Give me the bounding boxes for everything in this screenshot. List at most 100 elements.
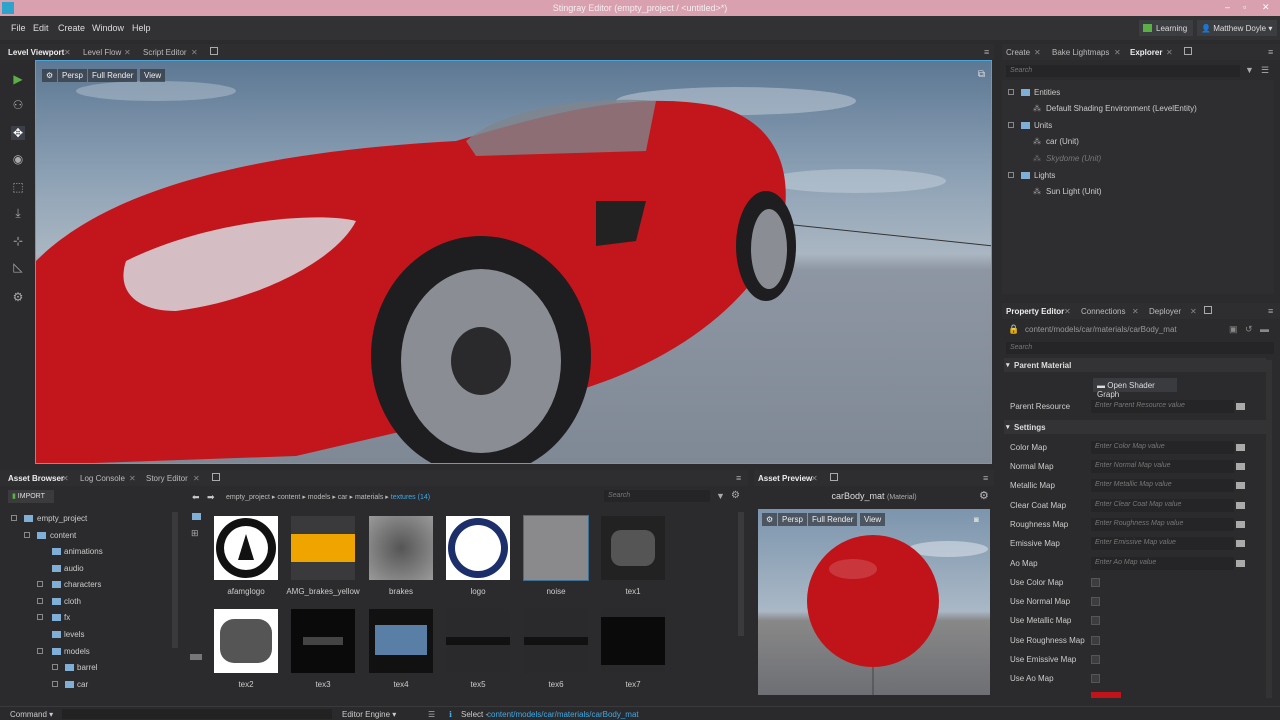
expand-icon[interactable] (37, 581, 43, 587)
tree-item-audio[interactable]: audio (64, 564, 84, 573)
property-scrollbar[interactable] (1266, 360, 1272, 698)
metallic-map-input[interactable]: Enter Metallic Map value (1091, 479, 1234, 492)
panel-menu-icon[interactable]: ≡ (1268, 306, 1273, 316)
breadcrumb-current[interactable]: textures (14) (391, 494, 430, 501)
snap-tool-icon[interactable]: ⊹ (11, 234, 25, 248)
collapse-icon[interactable] (1008, 89, 1014, 95)
tree-item-models[interactable]: models (64, 647, 90, 656)
revert-icon[interactable]: ↺ (1245, 324, 1253, 335)
browse-folder-icon[interactable] (1236, 502, 1245, 509)
place-tool-icon[interactable]: ⤓ (11, 206, 25, 220)
section-settings[interactable]: ▾ Settings (1004, 420, 1266, 434)
menu-window[interactable]: Window (92, 23, 124, 33)
tab-bake-lightmaps[interactable]: Bake Lightmaps (1052, 48, 1109, 57)
tree-item-fx[interactable]: fx (64, 613, 70, 622)
expand-icon[interactable] (52, 664, 58, 670)
collapse-icon[interactable] (52, 681, 58, 687)
maximize-viewport-icon[interactable]: ⧉ (978, 69, 985, 80)
thumb-tex7[interactable] (601, 609, 665, 673)
tree-item-units[interactable]: Units (1034, 121, 1052, 130)
clear-coat-map-input[interactable]: Enter Clear Coat Map value (1091, 499, 1234, 512)
lock-icon[interactable]: 🔒 (1008, 324, 1019, 335)
scale-tool-icon[interactable]: ⬚ (11, 180, 25, 194)
import-button[interactable]: ▮ IMPORT (8, 490, 54, 503)
use-normal-map-checkbox[interactable] (1091, 597, 1100, 606)
rotate-tool-icon[interactable]: ◉ (11, 152, 25, 166)
close-tab-icon[interactable]: ✕ (1166, 48, 1173, 57)
viewport-persp-button[interactable]: Persp (58, 69, 87, 82)
tree-item-barrel[interactable]: barrel (77, 663, 97, 672)
browse-folder-icon[interactable] (1236, 521, 1245, 528)
close-tab-icon[interactable]: ✕ (1132, 307, 1139, 316)
thumb-noise[interactable] (523, 515, 589, 581)
level-viewport[interactable]: ⚙ Persp Full Render View ⧉ (35, 60, 992, 464)
thumb-tex1[interactable] (601, 516, 665, 580)
asset-search-input[interactable]: Search (604, 490, 710, 502)
gamepad-icon[interactable]: ⚇ (11, 98, 25, 112)
viewport-full-render-button[interactable]: Full Render (88, 69, 138, 82)
engine-dropdown[interactable]: Editor Engine ▾ (342, 710, 396, 719)
tab-story-editor[interactable]: Story Editor (146, 474, 188, 483)
panel-menu-icon[interactable]: ≡ (983, 473, 988, 483)
browse-folder-icon[interactable] (1236, 444, 1245, 451)
close-tab-icon[interactable]: ✕ (191, 48, 198, 57)
tree-item-shading-env[interactable]: Default Shading Environment (LevelEntity… (1046, 104, 1197, 113)
breadcrumb-item[interactable]: models (308, 494, 331, 501)
breadcrumb-item[interactable]: materials (355, 494, 383, 501)
browse-folder-icon[interactable] (1236, 482, 1245, 489)
command-input[interactable] (62, 709, 332, 719)
close-icon[interactable]: ✕ (1262, 2, 1270, 13)
use-emissive-map-checkbox[interactable] (1091, 655, 1100, 664)
use-color-map-checkbox[interactable] (1091, 578, 1100, 587)
add-tab-icon[interactable] (1184, 47, 1192, 55)
thumb-tex5[interactable] (446, 609, 510, 673)
tree-item-cloth[interactable]: cloth (64, 597, 81, 606)
tree-item-characters[interactable]: characters (64, 580, 101, 589)
collapse-icon[interactable] (37, 648, 43, 654)
add-tab-icon[interactable] (212, 473, 220, 481)
sort-icon[interactable]: ☰ (1261, 65, 1269, 76)
preview-view-button[interactable]: View (860, 513, 886, 526)
preview-persp-button[interactable]: Persp (778, 513, 807, 526)
gear-icon[interactable]: ⚙ (979, 489, 989, 502)
menu-help[interactable]: Help (132, 23, 151, 33)
close-tab-icon[interactable]: ✕ (1114, 48, 1121, 57)
viewport-view-button[interactable]: View (140, 69, 166, 82)
panel-menu-icon[interactable]: ≡ (984, 47, 989, 57)
gear-icon[interactable]: ⚙ (731, 490, 740, 501)
close-tab-icon[interactable]: ✕ (193, 474, 200, 483)
tab-log-console[interactable]: Log Console (80, 474, 125, 483)
add-tab-icon[interactable] (210, 47, 218, 55)
close-tab-icon[interactable]: ✕ (62, 474, 69, 483)
parent-resource-input[interactable]: Enter Parent Resource value (1091, 400, 1234, 413)
ao-map-input[interactable]: Enter Ao Map value (1091, 557, 1234, 570)
use-ao-map-checkbox[interactable] (1091, 674, 1100, 683)
tab-asset-preview[interactable]: Asset Preview (758, 474, 812, 483)
folder-view-icon[interactable] (192, 513, 201, 520)
breadcrumb-item[interactable]: car (338, 494, 348, 501)
use-roughness-map-checkbox[interactable] (1091, 636, 1100, 645)
move-tool-icon[interactable]: ✥ (11, 126, 25, 140)
filter-icon[interactable]: ▼ (1245, 65, 1254, 75)
breadcrumb-item[interactable]: content (277, 494, 300, 501)
collapse-icon[interactable] (1008, 122, 1014, 128)
thumb-afamglogo[interactable] (214, 516, 278, 580)
thumbnail-scrollbar[interactable] (738, 512, 744, 636)
menu-edit[interactable]: Edit (33, 23, 49, 33)
add-tab-icon[interactable] (1204, 306, 1212, 314)
save-icon[interactable]: ▣ (1229, 324, 1238, 335)
explorer-search-input[interactable]: Search (1006, 65, 1240, 77)
panel-menu-icon[interactable]: ≡ (736, 473, 741, 483)
open-shader-graph-button[interactable]: ▬ Open Shader Graph (1093, 378, 1177, 399)
tab-level-viewport[interactable]: Level Viewport (8, 48, 64, 57)
use-metallic-map-checkbox[interactable] (1091, 616, 1100, 625)
tree-item-skydome[interactable]: Skydome (Unit) (1046, 154, 1101, 163)
expand-icon[interactable] (37, 614, 43, 620)
thumb-tex3[interactable] (291, 609, 355, 673)
panel-menu-icon[interactable]: ≡ (1268, 47, 1273, 57)
camera-icon[interactable]: ◙ (974, 515, 979, 524)
filter-icon[interactable]: ▼ (716, 491, 725, 501)
collapse-icon[interactable] (1008, 172, 1014, 178)
learning-button[interactable]: Learning (1139, 20, 1193, 36)
tab-deployer[interactable]: Deployer (1149, 307, 1181, 316)
